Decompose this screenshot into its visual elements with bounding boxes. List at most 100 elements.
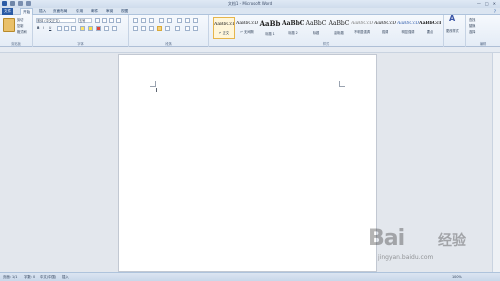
help-icon[interactable]: ?	[494, 9, 496, 14]
select-button[interactable]: 选择	[469, 30, 475, 34]
sort-button[interactable]	[185, 18, 190, 23]
font-group: 宋体 (中文正文) 五号 B I U 字体	[33, 15, 129, 47]
font-size-select[interactable]: 五号	[78, 18, 92, 23]
style-sample: AaBbC	[305, 20, 327, 27]
justify-button[interactable]	[157, 26, 162, 31]
text-effects-button[interactable]	[80, 26, 85, 31]
style-title[interactable]: AaBbC 标题	[305, 17, 327, 39]
style-name: 标题	[312, 31, 320, 35]
clipboard-group-label: 剪贴板	[11, 42, 21, 46]
format-painter-button[interactable]: 格式刷	[17, 30, 27, 34]
title-bar: 文档1 - Microsoft Word — □ ✕	[0, 0, 500, 8]
show-marks-button[interactable]	[193, 18, 198, 23]
style-sample: AaBbCcDc	[397, 21, 419, 26]
text-cursor	[156, 88, 157, 92]
cut-button[interactable]: 剪切	[17, 18, 23, 22]
grow-font-button[interactable]	[95, 18, 100, 23]
numbering-button[interactable]	[141, 18, 146, 23]
chinese-layout-button[interactable]	[177, 18, 182, 23]
style-name: ↵ 正文	[218, 31, 230, 35]
status-bar: 页面: 1/1 字数: 0 中文(中国) 插入 100%	[0, 272, 500, 281]
style-strong[interactable]: AaBbCcDc 要点	[419, 17, 441, 39]
borders-button[interactable]	[193, 26, 198, 31]
style-name: 标题 2	[288, 31, 298, 35]
tab-view[interactable]: 视图	[119, 8, 130, 15]
align-center-button[interactable]	[141, 26, 146, 31]
page-count[interactable]: 页面: 1/1	[3, 275, 17, 280]
ribbon: 剪切 复制 格式刷 剪贴板 宋体 (中文正文) 五号 B I U 字体 段落 A…	[0, 15, 500, 47]
style-name: 不明显强调	[354, 30, 370, 34]
window-controls: — □ ✕	[477, 1, 496, 7]
style-sample: AaBbCcDd	[236, 21, 258, 26]
clipboard-group: 剪切 复制 格式刷 剪贴板	[0, 15, 33, 47]
word-count[interactable]: 字数: 0	[24, 275, 35, 280]
clear-formatting-button[interactable]	[116, 18, 121, 23]
tab-insert[interactable]: 插入	[37, 8, 48, 15]
font-group-label: 字体	[77, 42, 84, 46]
document-page[interactable]	[118, 54, 377, 272]
ribbon-tabs: 文件 开始 插入 页面布局 引用 邮件 审阅 视图 ?	[0, 8, 500, 16]
underline-button[interactable]: U	[49, 26, 51, 30]
minimize-button[interactable]: —	[477, 1, 481, 7]
italic-button[interactable]: I	[43, 26, 44, 30]
align-left-button[interactable]	[133, 26, 138, 31]
tab-mailings[interactable]: 邮件	[89, 8, 100, 15]
style-sample: AaBbC	[328, 20, 350, 27]
subscript-button[interactable]	[64, 26, 69, 31]
style-heading-2[interactable]: AaBbC 标题 2	[282, 17, 304, 39]
distributed-button[interactable]	[165, 26, 170, 31]
style-sample: AaBbCcDc	[419, 21, 441, 26]
styles-group: AaBbCcDd ↵ 正文 AaBbCcDd ↵ 无间隔 AaBb 标题 1 A…	[209, 15, 444, 47]
zoom-level[interactable]: 100%	[452, 275, 462, 280]
strikethrough-button[interactable]	[57, 26, 62, 31]
paste-button[interactable]	[3, 18, 15, 32]
decrease-indent-button[interactable]	[159, 18, 164, 23]
margin-corner-top-left	[150, 81, 156, 87]
change-styles-label[interactable]: 更改样式	[446, 29, 459, 33]
language-indicator[interactable]: 中文(中国)	[40, 275, 56, 280]
tab-file[interactable]: 文件	[2, 8, 14, 15]
change-styles-icon[interactable]: A	[449, 15, 455, 23]
character-shading-button[interactable]	[104, 26, 109, 31]
bold-button[interactable]: B	[37, 26, 39, 30]
style-name: 标题 1	[265, 32, 275, 36]
style-emphasis[interactable]: AaBbCcDd 强调	[374, 17, 396, 39]
align-right-button[interactable]	[149, 26, 154, 31]
style-normal[interactable]: AaBbCcDd ↵ 正文	[213, 17, 235, 39]
tab-references[interactable]: 引用	[74, 8, 85, 15]
tab-review[interactable]: 审阅	[104, 8, 115, 15]
change-case-button[interactable]	[109, 18, 114, 23]
editing-group-label: 编辑	[479, 42, 487, 46]
style-subtitle[interactable]: AaBbC 副标题	[328, 17, 350, 39]
maximize-button[interactable]: □	[485, 1, 489, 7]
style-no-spacing[interactable]: AaBbCcDd ↵ 无间隔	[236, 17, 258, 39]
watermark-logo: Bai	[368, 226, 405, 251]
bullets-button[interactable]	[133, 18, 138, 23]
multilevel-list-button[interactable]	[149, 18, 154, 23]
style-name: ↵ 无间隔	[240, 30, 254, 34]
style-sample: AaBbCcDd	[351, 21, 373, 26]
style-name: 要点	[426, 30, 434, 34]
vertical-scrollbar[interactable]	[492, 53, 500, 272]
insert-mode[interactable]: 插入	[62, 275, 69, 280]
find-button[interactable]: 查找	[469, 18, 475, 22]
line-spacing-button[interactable]	[175, 26, 180, 31]
shrink-font-button[interactable]	[102, 18, 107, 23]
style-intense-emphasis[interactable]: AaBbCcDc 明显强调	[397, 17, 419, 39]
watermark-url: jingyan.baidu.com	[378, 254, 434, 261]
shading-button[interactable]	[185, 26, 190, 31]
superscript-button[interactable]	[71, 26, 76, 31]
style-heading-1[interactable]: AaBb 标题 1	[259, 17, 281, 39]
replace-button[interactable]: 替换	[469, 24, 475, 28]
highlight-color-button[interactable]	[88, 26, 93, 31]
enclose-characters-button[interactable]	[112, 26, 117, 31]
copy-button[interactable]: 复制	[17, 24, 23, 28]
font-name-select[interactable]: 宋体 (中文正文)	[36, 18, 76, 23]
style-subtle-emphasis[interactable]: AaBbCcDd 不明显强调	[351, 17, 373, 39]
watermark-cn-text: 经验	[438, 233, 466, 249]
font-color-button[interactable]	[96, 26, 101, 31]
style-name: 副标题	[334, 31, 344, 35]
tab-page-layout[interactable]: 页面布局	[51, 8, 69, 15]
increase-indent-button[interactable]	[167, 18, 172, 23]
close-button[interactable]: ✕	[493, 1, 496, 7]
